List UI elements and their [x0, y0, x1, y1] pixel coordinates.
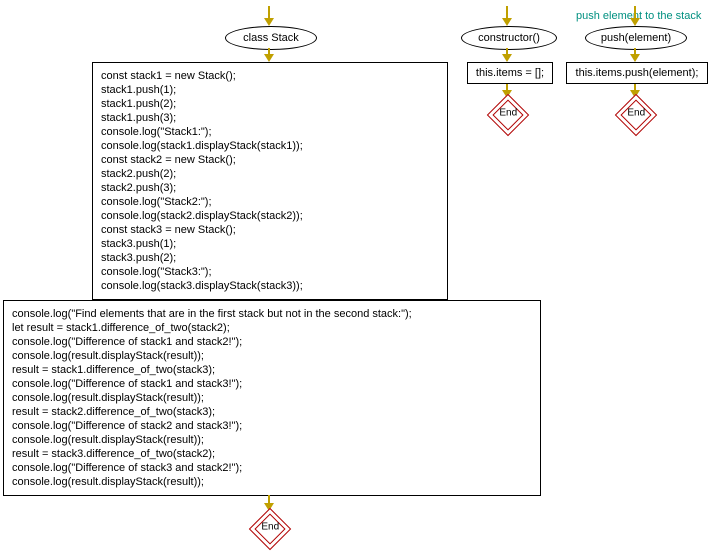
class-stack-label: class Stack [243, 32, 299, 44]
arrow-head-icon [502, 18, 512, 26]
arrow-head-icon [264, 18, 274, 26]
end-node-constructor: End [487, 94, 529, 136]
push-label: push(element) [601, 32, 671, 44]
end-node-main: End [249, 508, 291, 550]
arrow-head-icon [502, 54, 512, 62]
push-body-text: this.items.push(element); [576, 67, 699, 79]
constructor-body-text: this.items = []; [476, 67, 544, 79]
push-body: this.items.push(element); [566, 62, 708, 84]
end-label: End [627, 108, 645, 119]
code-block-2: console.log("Find elements that are in t… [3, 300, 541, 496]
code-1-text: const stack1 = new Stack(); stack1.push(… [101, 70, 303, 292]
flowchart-canvas: class Stack const stack1 = new Stack(); … [0, 0, 715, 558]
arrow-head-icon [630, 54, 640, 62]
arrow-head-icon [630, 18, 640, 26]
end-label: End [499, 108, 517, 119]
constructor-label: constructor() [478, 32, 540, 44]
arrow-head-icon [264, 54, 274, 62]
code-2-text: console.log("Find elements that are in t… [12, 308, 412, 488]
push-node: push(element) [585, 26, 687, 50]
class-stack-node: class Stack [225, 26, 317, 50]
constructor-node: constructor() [461, 26, 557, 50]
constructor-body: this.items = []; [467, 62, 553, 84]
end-label: End [261, 522, 279, 533]
end-node-push: End [615, 94, 657, 136]
code-block-1: const stack1 = new Stack(); stack1.push(… [92, 62, 448, 300]
